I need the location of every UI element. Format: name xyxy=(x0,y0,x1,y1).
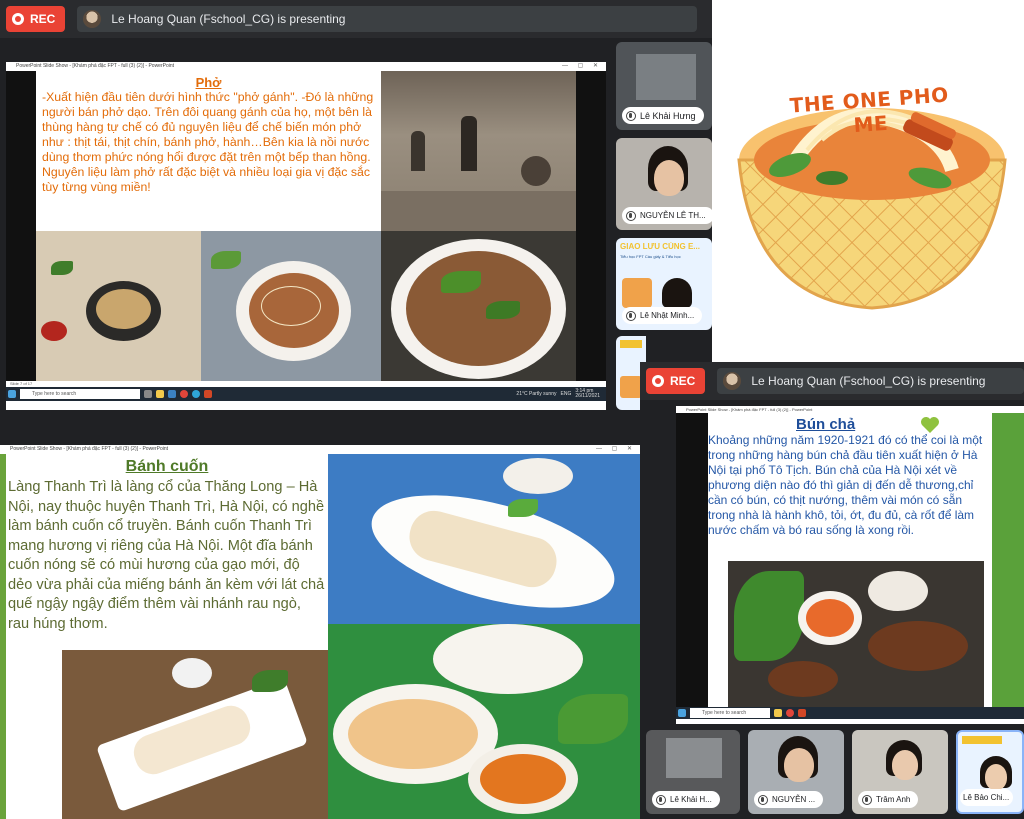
participant-name-chip: Trâm Anh xyxy=(858,791,919,808)
slide-title: Bánh cuốn xyxy=(125,458,209,475)
meet-top-bar: REC Le Hoang Quan (Fschool_CG) is presen… xyxy=(640,362,1024,400)
ppt-window-title-text: PowerPoint Slide Show - [Khám phá đặc FP… xyxy=(10,446,169,452)
participant-name: Lê Khải Hưng xyxy=(640,110,696,121)
participant-name: NGUYỄN LÊ TH... xyxy=(640,211,706,220)
participant-tile[interactable]: Lê Khải Hưng xyxy=(616,42,712,130)
mic-icon xyxy=(626,110,636,121)
weather-status[interactable]: 21°C Partly sunny xyxy=(516,391,556,397)
participant-name: Lê Khải H... xyxy=(670,795,712,804)
banh-cuon-photo-2 xyxy=(328,454,640,819)
participant-name-chip: Lê Khải Hưng xyxy=(622,107,704,124)
pho-bowl-logo xyxy=(737,108,1007,310)
task-view-icon[interactable] xyxy=(144,390,152,398)
participant-tile[interactable]: Lê Khải H... xyxy=(646,730,740,814)
pho-food-photo-1 xyxy=(36,231,201,381)
participant-name-chip: NGUYỄN LÊ TH... xyxy=(622,207,712,224)
presenter-text: Le Hoang Quan (Fschool_CG) is presenting xyxy=(751,374,986,388)
powerpoint-icon[interactable] xyxy=(204,390,212,398)
meet-window-bottom: REC Le Hoang Quan (Fschool_CG) is presen… xyxy=(640,362,1024,819)
meet-top-bar: REC Le Hoang Quan (Fschool_CG) is presen… xyxy=(0,0,712,38)
windows-taskbar: Type here to search xyxy=(676,707,1024,719)
participant-tile[interactable]: NGUYỄN LÊ TH... xyxy=(616,138,712,230)
pho-food-photo-2 xyxy=(201,231,381,381)
mic-icon xyxy=(758,794,768,805)
taskbar-search[interactable]: Type here to search xyxy=(20,389,140,399)
participant-name: Lê Nhật Minh... xyxy=(640,311,695,320)
banh-cuon-text-panel: Bánh cuốn Làng Thanh Trì là làng cổ của … xyxy=(8,458,326,634)
slide-body: Khoảng những năm 1920-1921 đó có thể coi… xyxy=(708,433,983,537)
presenting-banner[interactable]: Le Hoang Quan (Fschool_CG) is presenting xyxy=(77,6,698,32)
record-icon xyxy=(652,375,664,387)
ppt-window-title: PowerPoint Slide Show - [Khám phá đặc FP… xyxy=(0,445,640,454)
pho-food-photo-3 xyxy=(381,231,576,381)
slide-bun-cha: Bún chả Khoảng những năm 1920-1921 đó có… xyxy=(676,413,1024,707)
chrome-icon[interactable] xyxy=(180,390,188,398)
slide-pho: Phở -Xuất hiện đầu tiên dưới hình thức "… xyxy=(6,71,606,381)
mic-icon xyxy=(626,210,636,221)
presenting-banner[interactable]: Le Hoang Quan (Fschool_CG) is presenting xyxy=(717,368,1024,394)
mail-icon[interactable] xyxy=(168,390,176,398)
participant-name: Lê Bảo Chi... xyxy=(963,793,1010,802)
chrome-icon[interactable] xyxy=(786,709,794,717)
participant-tile[interactable]: GIAO LƯU CÙNG E... Tiểu học FPT Cầu giấy… xyxy=(616,238,712,330)
slide-banh-cuon: Bánh cuốn Làng Thanh Trì là làng cổ của … xyxy=(0,454,640,819)
heart-icon xyxy=(920,416,940,434)
ppt-window-title: PowerPoint Slide Show - [Khám phá đặc FP… xyxy=(676,406,1024,413)
language-indicator[interactable]: ENG xyxy=(561,391,572,397)
record-icon xyxy=(12,13,24,25)
rec-badge: REC xyxy=(646,368,706,394)
powerpoint-icon[interactable] xyxy=(798,709,806,717)
ppt-window-title-text: PowerPoint Slide Show - [Khám phá đặc FP… xyxy=(16,63,175,69)
pho-text-panel: Phở -Xuất hiện đầu tiên dưới hình thức "… xyxy=(36,71,381,231)
participant-name: Trâm Anh xyxy=(876,795,911,804)
participant-name-chip: NGUYỄN ... xyxy=(754,791,824,808)
participant-name-chip: Lê Nhật Minh... xyxy=(622,307,703,324)
presenter-avatar xyxy=(83,10,102,28)
rec-label: REC xyxy=(670,374,696,388)
presenter-text: Le Hoang Quan (Fschool_CG) is presenting xyxy=(111,12,346,26)
historic-photo xyxy=(381,71,576,231)
windows-start-icon[interactable] xyxy=(8,390,16,398)
participant-tile[interactable]: Lê Bảo Chi... xyxy=(956,730,1024,814)
participant-name: NGUYỄN ... xyxy=(772,795,816,804)
banner-title: GIAO LƯU CÙNG E... xyxy=(620,242,700,251)
meet-window-top: REC Le Hoang Quan (Fschool_CG) is presen… xyxy=(0,0,712,420)
slide-title: Phở xyxy=(195,75,222,90)
shared-screen-bun-cha: PowerPoint Slide Show - [Khám phá đặc FP… xyxy=(676,406,1024,724)
rec-label: REC xyxy=(30,12,56,26)
bun-cha-photo xyxy=(728,561,984,707)
window-controls-icon[interactable]: — ▢ ✕ xyxy=(596,445,636,454)
taskbar-search[interactable]: Type here to search xyxy=(690,708,770,718)
mic-icon xyxy=(626,310,636,321)
window-controls-icon[interactable]: — ▢ ✕ xyxy=(562,62,602,71)
participant-tile[interactable]: Trâm Anh xyxy=(852,730,948,814)
mic-icon xyxy=(656,794,666,805)
windows-start-icon[interactable] xyxy=(678,709,686,717)
participant-tile[interactable]: NGUYỄN ... xyxy=(748,730,844,814)
file-explorer-icon[interactable] xyxy=(156,390,164,398)
ppt-window-title: PowerPoint Slide Show - [Khám phá đặc FP… xyxy=(6,62,606,71)
presenter-avatar xyxy=(723,372,742,390)
participant-name-chip: Lê Khải H... xyxy=(652,791,720,808)
ppt-window-title-text: PowerPoint Slide Show - [Khám phá đặc FP… xyxy=(686,407,813,412)
windows-taskbar: Type here to search 21°C Partly sunny EN… xyxy=(6,387,606,401)
shared-screen-banh-cuon: PowerPoint Slide Show - [Khám phá đặc FP… xyxy=(0,445,640,819)
banh-cuon-photo-1 xyxy=(62,650,328,819)
clock-date: 26/11/2021 xyxy=(575,393,600,399)
participant-name-chip: Lê Bảo Chi... xyxy=(960,789,1014,806)
shared-screen: PowerPoint Slide Show - [Khám phá đặc FP… xyxy=(6,62,606,410)
rec-badge: REC xyxy=(6,6,66,32)
slide-title: Bún chả xyxy=(796,416,856,433)
slide-body: Làng Thanh Trì là làng cổ của Thăng Long… xyxy=(8,479,325,632)
banner-subtitle: Tiểu học FPT Cầu giấy & Tiểu học xyxy=(620,254,681,259)
logo-panel: THE ONE PHO ME xyxy=(712,0,1024,362)
file-explorer-icon[interactable] xyxy=(774,709,782,717)
edge-icon[interactable] xyxy=(192,390,200,398)
slide-body: -Xuất hiện đầu tiên dưới hình thức "phở … xyxy=(42,90,374,194)
mic-icon xyxy=(862,794,872,805)
